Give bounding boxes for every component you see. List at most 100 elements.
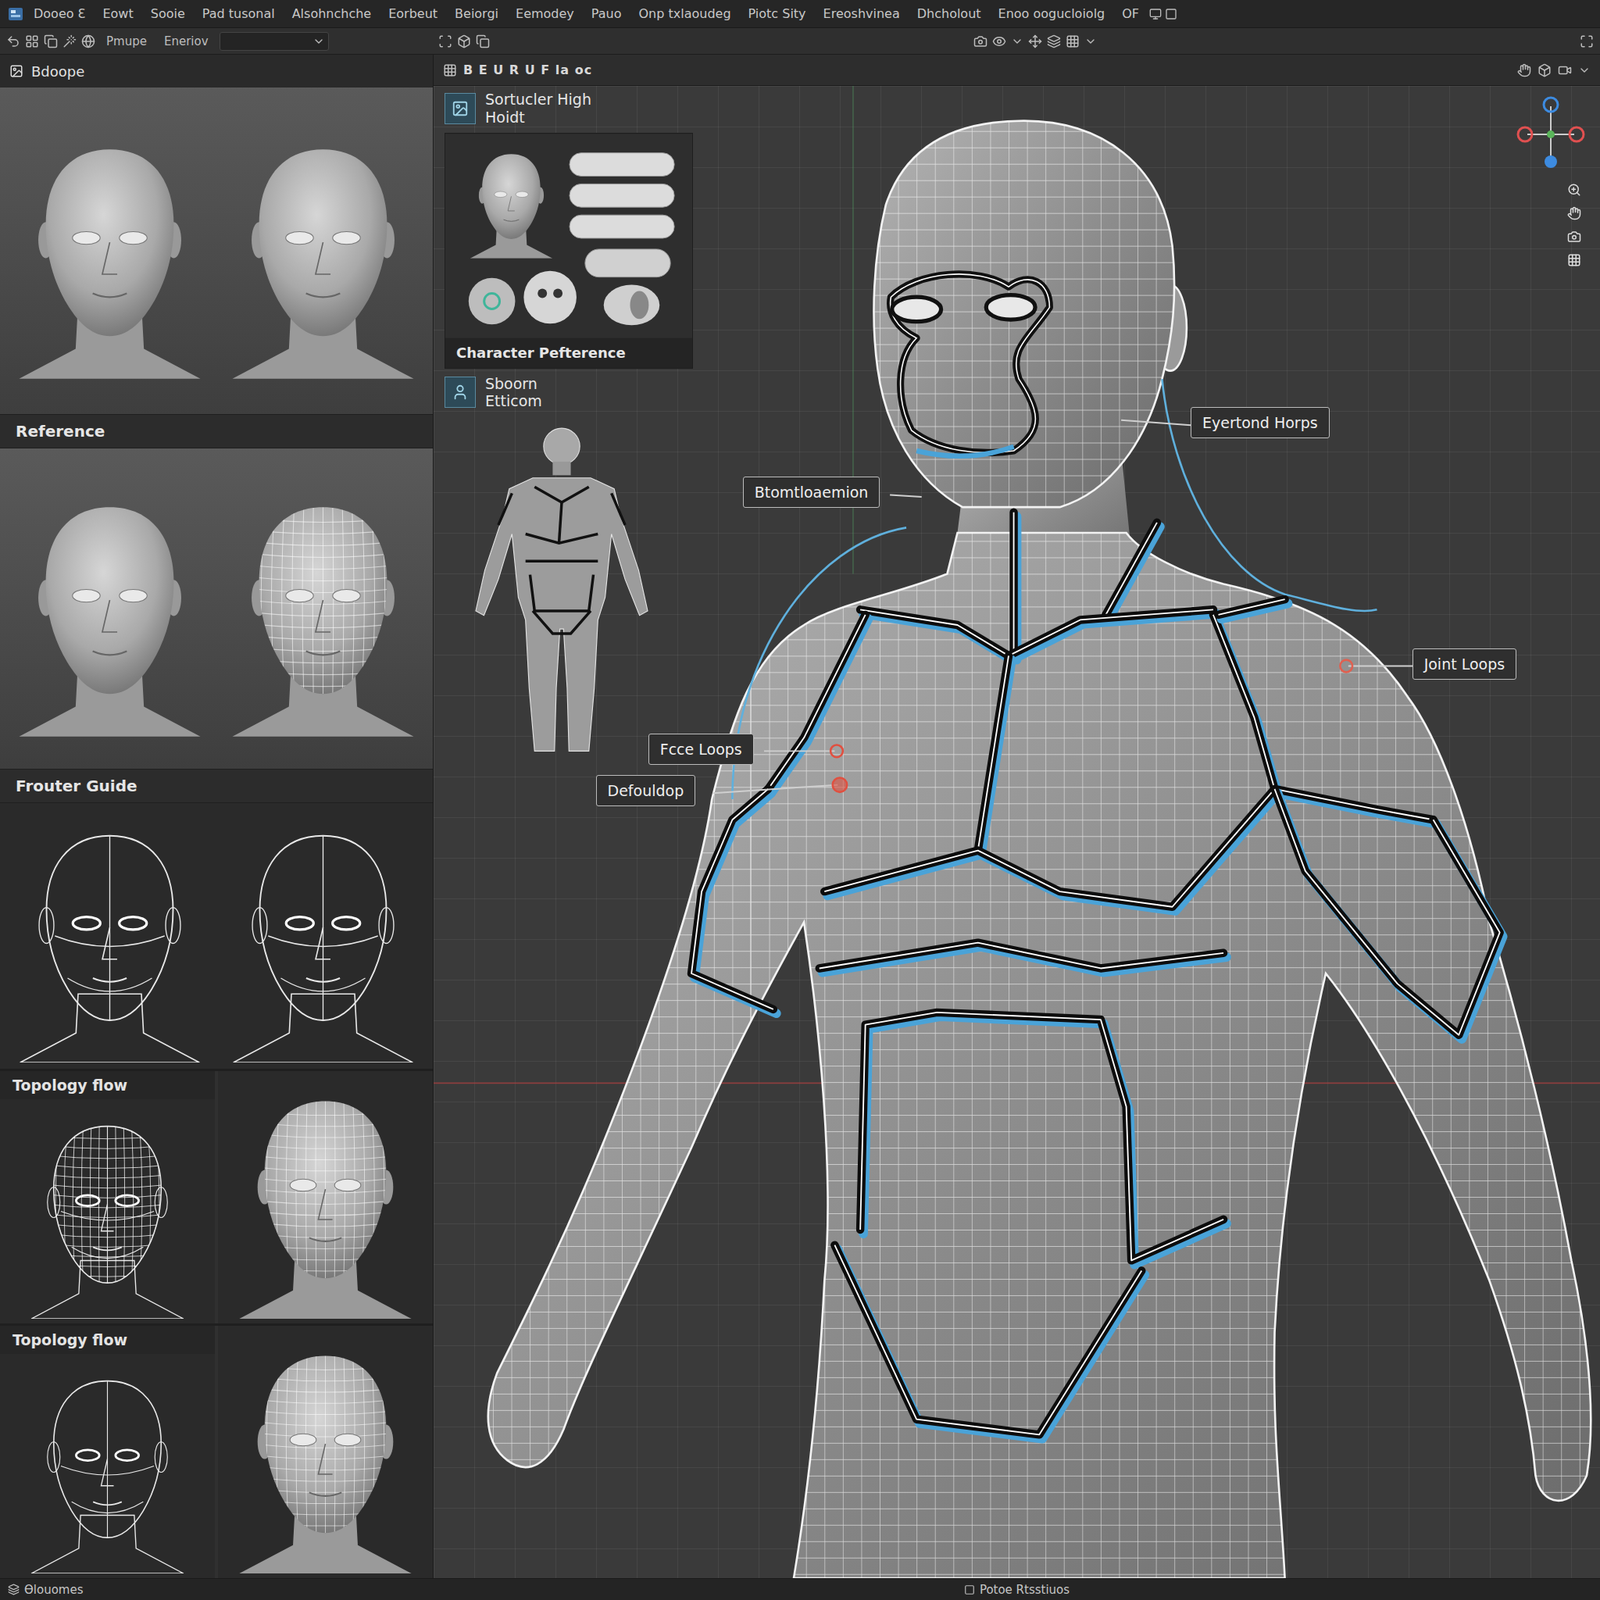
render-icon[interactable]: [1557, 63, 1572, 78]
duplicate-icon[interactable]: [475, 34, 490, 49]
menu-item[interactable]: Pauo: [584, 3, 629, 25]
chevron-down-icon[interactable]: [1578, 64, 1591, 77]
head-model-icon: [216, 93, 430, 408]
copy-icon[interactable]: [43, 34, 58, 49]
status-icon[interactable]: [7, 1583, 20, 1596]
head-model-icon: [470, 153, 554, 259]
app-window: Dooeo ƐEowtSooiePad tusonalAlsohnchcheEo…: [0, 0, 1600, 1600]
layers-icon[interactable]: [1046, 34, 1061, 49]
image-icon[interactable]: [9, 64, 24, 79]
callout-label: Eyertond Horps: [1190, 407, 1330, 439]
topology-cell[interactable]: [217, 1325, 433, 1579]
layout-icon[interactable]: [25, 34, 40, 49]
viewport-nav: [1567, 182, 1582, 268]
fullscreen-icon[interactable]: [1579, 34, 1594, 49]
view-icon[interactable]: [992, 34, 1007, 49]
chevron-down-icon[interactable]: [1010, 35, 1024, 48]
maximize-icon[interactable]: [1164, 7, 1178, 21]
head-model-icon: [222, 1330, 429, 1574]
head-model-icon: [222, 1075, 429, 1319]
menu-item[interactable]: Dooeo Ɛ: [26, 3, 93, 25]
grid-icon[interactable]: [1065, 34, 1080, 49]
reference-images: [0, 803, 433, 1069]
camera-icon[interactable]: [973, 34, 988, 49]
card-header[interactable]: Sortucler HighHoidt: [444, 90, 703, 127]
viewport: B E U R U F la oc Eyertond Horps Btomtloae…: [433, 54, 1600, 1579]
toolbar: PmupeEneriov: [0, 28, 1600, 55]
user-icon[interactable]: [451, 383, 469, 401]
topology-cell[interactable]: Topology flow: [0, 1325, 215, 1579]
object-icon[interactable]: [457, 34, 472, 49]
menu-item[interactable]: Sooie: [143, 3, 193, 25]
viewport-header: B E U R U F la oc: [433, 54, 1600, 86]
toolbar-label[interactable]: Eneriov: [157, 34, 215, 49]
card-header[interactable]: SboornEtticom: [444, 375, 703, 411]
section-caption: Reference: [0, 414, 433, 449]
status-icon[interactable]: [964, 1584, 975, 1596]
menu-item[interactable]: Pad tusonal: [195, 3, 283, 25]
undo-icon[interactable]: [6, 34, 21, 49]
menu-item[interactable]: Eemodey: [508, 3, 582, 25]
menu-item[interactable]: Enoo oogucloiolg: [991, 3, 1113, 25]
topology-row: Topology flow: [0, 1068, 433, 1324]
head-model-icon: [3, 454, 217, 763]
head-model-icon: [4, 1103, 211, 1319]
callout-label: Btomtloaemion: [742, 476, 881, 508]
menu-item[interactable]: Eowt: [95, 3, 140, 25]
callout-label: Joint Loops: [1412, 648, 1518, 680]
topology-cell[interactable]: [217, 1071, 433, 1324]
topology-cell[interactable]: Topology flow: [0, 1071, 215, 1324]
panel-header: Bdoope: [0, 54, 433, 88]
reference-card[interactable]: Character Pefterence: [444, 132, 693, 369]
zoom-icon[interactable]: [1567, 182, 1582, 197]
camera-icon[interactable]: [1567, 229, 1582, 244]
app-logo-icon[interactable]: [7, 6, 24, 22]
reference-panel: Bdoope Reference Frouter Guide Topology flo…: [0, 54, 434, 1579]
head-model-icon: [3, 93, 217, 408]
reference-images: [0, 448, 433, 769]
window-icon[interactable]: [1149, 7, 1162, 21]
head-model-icon: [3, 809, 217, 1063]
menu-item[interactable]: Eorbeut: [381, 3, 445, 25]
callout-label: Fcce Loops: [648, 733, 754, 765]
menu-item[interactable]: Onp txlaoudeg: [631, 3, 738, 25]
globe-icon[interactable]: [81, 34, 96, 49]
head-model-icon: [216, 809, 430, 1063]
toolbar-label[interactable]: Pmupe: [100, 34, 154, 49]
menu-item[interactable]: Piotc Sity: [741, 3, 814, 25]
reference-overlay: Sortucler HighHoidt Character Pefterence S…: [444, 90, 703, 761]
reference-images: [0, 87, 433, 415]
topology-row: Topology flow: [0, 1323, 433, 1579]
move-icon[interactable]: [1028, 34, 1043, 49]
axis-gizmo-icon[interactable]: [1515, 95, 1586, 174]
head-model-icon: [4, 1358, 211, 1574]
shading-icon[interactable]: [1537, 63, 1552, 78]
callout-label: Defouldop: [596, 775, 697, 807]
menu-item[interactable]: Alsohnchche: [285, 3, 379, 25]
body-reference-image[interactable]: [444, 416, 679, 761]
character-reference-image[interactable]: [445, 133, 693, 339]
head-model-icon: [216, 454, 430, 763]
menu-item[interactable]: Beiorgi: [447, 3, 506, 25]
select-icon[interactable]: [438, 34, 453, 49]
pan-icon[interactable]: [1567, 206, 1582, 221]
menu-bar: Dooeo ƐEowtSooiePad tusonalAlsohnchcheEo…: [0, 0, 1600, 29]
cell-label: Topology flow: [0, 1325, 215, 1354]
chevron-down-icon[interactable]: [312, 35, 325, 48]
menu-item[interactable]: Ereoshvinea: [816, 3, 908, 25]
pan-icon[interactable]: [1517, 63, 1532, 78]
menu-item[interactable]: Dhcholout: [910, 3, 989, 25]
status-bar: ƟlouomesPotoe Rtsstiuos: [0, 1578, 1600, 1600]
image-icon[interactable]: [451, 100, 469, 118]
mode-select[interactable]: [219, 32, 329, 51]
section-caption: Frouter Guide: [0, 768, 433, 804]
menu-item[interactable]: OF: [1114, 3, 1147, 25]
card-icon: [444, 92, 476, 125]
chevron-down-icon[interactable]: [1084, 35, 1097, 48]
cell-label: Topology flow: [0, 1071, 215, 1100]
wand-icon[interactable]: [62, 34, 77, 49]
grid-icon[interactable]: [1567, 253, 1582, 268]
3d-canvas[interactable]: Eyertond Horps Btomtloaemion Joint Loops Fc…: [433, 85, 1600, 1579]
card-icon: [444, 376, 476, 408]
editor-type-icon[interactable]: [442, 63, 458, 78]
